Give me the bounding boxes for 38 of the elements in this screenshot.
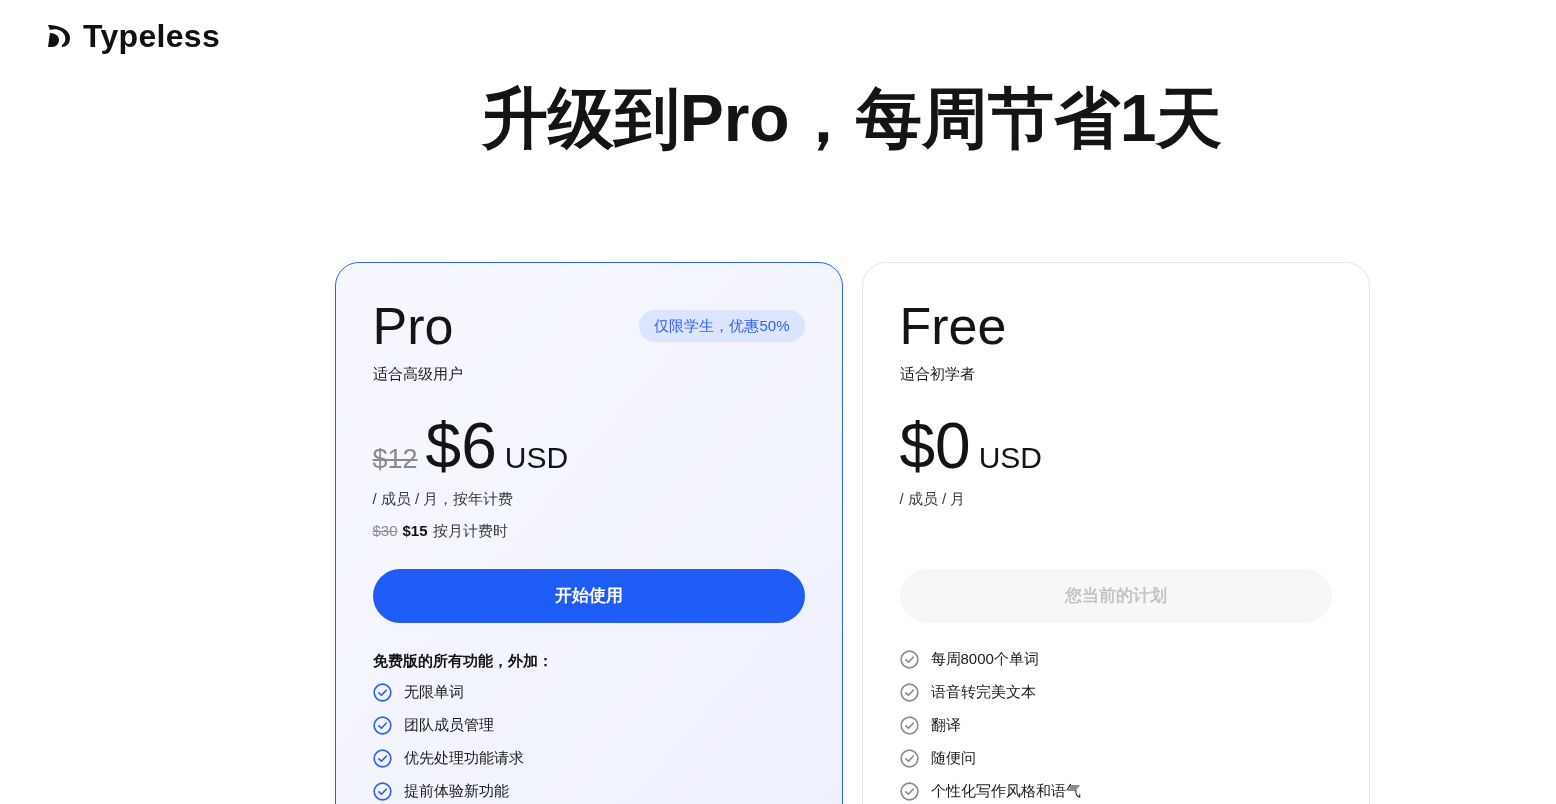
- check-circle-icon: [899, 781, 919, 801]
- feature-item: 优先处理功能请求: [403, 748, 524, 768]
- check-circle-icon: [899, 682, 919, 702]
- feature-item: 语音转完美文本: [930, 682, 1036, 702]
- original-monthly-price: $30: [372, 521, 398, 541]
- feature-item: 随便问: [930, 748, 976, 768]
- feature-item: 团队成员管理: [403, 715, 494, 735]
- check-circle-icon: [372, 682, 392, 702]
- billing-note: / 成员 / 月: [899, 490, 966, 507]
- feature-item: 提前体验新功能: [403, 781, 509, 801]
- brand-name: Typeless: [83, 18, 220, 53]
- check-circle-icon: [899, 715, 919, 735]
- feature-item: 个性化写作风格和语气: [930, 781, 1081, 801]
- plan-price: $0: [899, 413, 971, 479]
- monthly-billing-note: 按月计费时: [432, 521, 508, 541]
- currency-label: USD: [504, 442, 569, 474]
- plan-name: Pro: [372, 298, 454, 354]
- page-heading: 升级到Pro，每周节省1天: [481, 81, 1223, 155]
- features-heading: 免费版的所有功能，外加：: [372, 652, 553, 669]
- check-circle-icon: [372, 781, 392, 801]
- check-circle-icon: [372, 715, 392, 735]
- check-circle-icon: [899, 748, 919, 768]
- currency-label: USD: [978, 442, 1043, 474]
- plan-name: Free: [899, 298, 1007, 354]
- get-started-button[interactable]: 开始使用: [372, 569, 805, 623]
- feature-item: 翻译: [930, 715, 961, 735]
- feature-item: 每周8000个单词: [930, 649, 1039, 669]
- logo-icon: [46, 23, 72, 48]
- plan-price: $6: [425, 413, 497, 479]
- feature-item: 无限单词: [403, 682, 464, 702]
- check-circle-icon: [372, 748, 392, 768]
- monthly-price: $15: [402, 521, 428, 541]
- plan-tagline: 适合初学者: [899, 365, 975, 382]
- check-circle-icon: [899, 649, 919, 669]
- billing-note: / 成员 / 月，按年计费: [372, 490, 514, 507]
- discount-badge: 仅限学生，优惠50%: [639, 310, 805, 342]
- plan-tagline: 适合高级用户: [372, 365, 463, 382]
- original-price: $12: [372, 444, 418, 474]
